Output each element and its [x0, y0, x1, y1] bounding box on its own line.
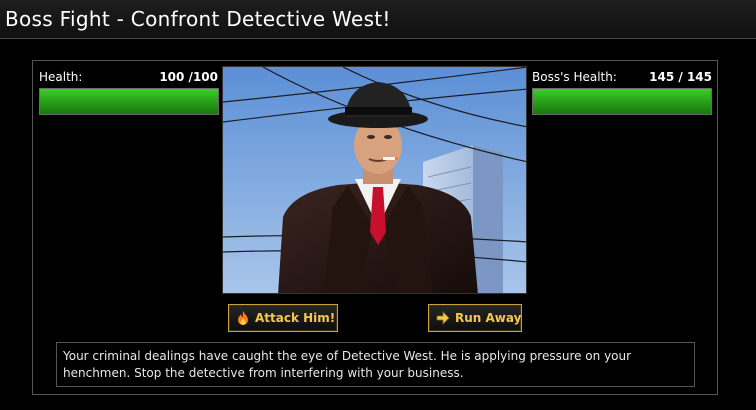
- title-bar: Boss Fight - Confront Detective West!: [0, 0, 756, 39]
- boss-health-bar: [532, 88, 712, 115]
- player-health-bar-fill: [40, 89, 218, 114]
- detective-portrait-art: [223, 67, 526, 293]
- boss-description: Your criminal dealings have caught the e…: [56, 342, 695, 387]
- arrow-right-icon: [435, 310, 451, 326]
- attack-button[interactable]: Attack Him!: [228, 304, 338, 332]
- boss-fight-page: Boss Fight - Confront Detective West! He…: [0, 0, 756, 410]
- run-away-button[interactable]: Run Away: [428, 304, 522, 332]
- player-health-value: 100 /100: [159, 70, 218, 84]
- player-health-bar: [39, 88, 219, 115]
- run-away-button-label: Run Away: [455, 311, 522, 325]
- boss-health-label: Boss's Health:: [532, 70, 617, 84]
- boss-portrait: [222, 66, 527, 294]
- player-health-label: Health:: [39, 70, 83, 84]
- fire-icon: [235, 310, 251, 326]
- page-title: Boss Fight - Confront Detective West!: [5, 7, 391, 31]
- boss-health-bar-fill: [533, 89, 711, 114]
- attack-button-label: Attack Him!: [255, 311, 336, 325]
- boss-health-value: 145 / 145: [649, 70, 712, 84]
